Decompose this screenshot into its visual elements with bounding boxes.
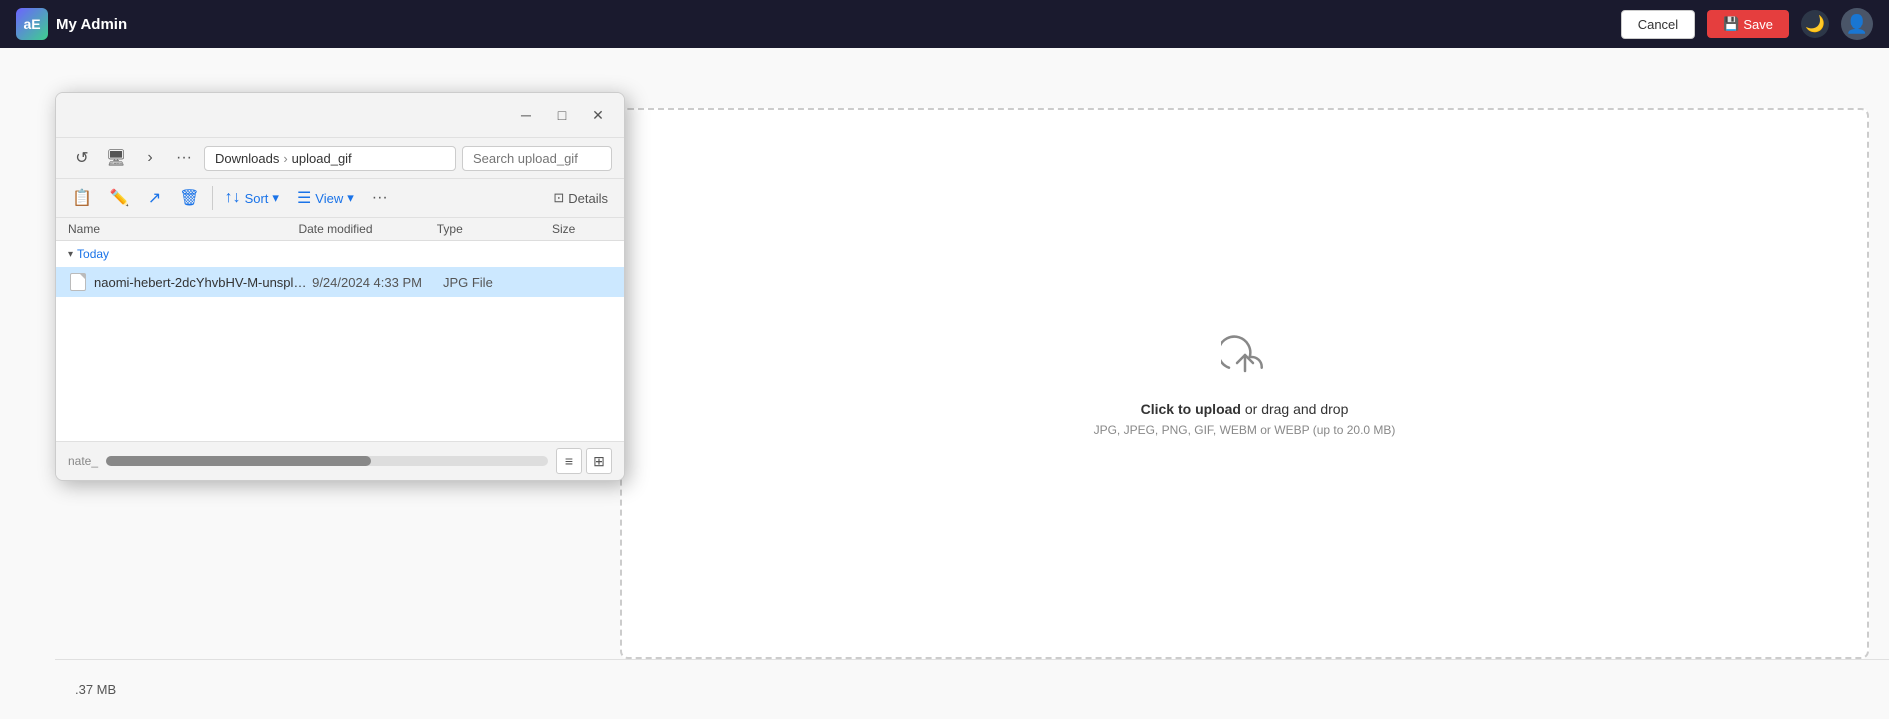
file-date: 9/24/2024 4:33 PM <box>312 275 443 290</box>
col-date-header[interactable]: Date modified <box>298 222 436 236</box>
share-button[interactable]: ↗ <box>140 183 169 213</box>
details-icon: ⊡ <box>553 190 564 206</box>
more-icon: ··· <box>372 189 388 206</box>
list-view-icon: ≡ <box>565 453 573 469</box>
search-input[interactable] <box>462 146 612 171</box>
grid-view-button[interactable]: ⊞ <box>586 448 612 474</box>
file-explorer-dialog: ─ □ ✕ ↺ 🖥 › ··· Downloads <box>55 92 625 481</box>
scrollbar-thumb <box>106 456 371 466</box>
path-upload-gif: upload_gif <box>292 151 352 166</box>
app-header: aE My Admin Cancel 💾 Save 🌙 👤 <box>0 0 1889 48</box>
close-icon: ✕ <box>592 107 604 124</box>
chevron-right-btn[interactable]: › <box>136 144 164 172</box>
sort-button[interactable]: ↑↓ Sort ▾ <box>217 184 287 212</box>
clipboard-button[interactable]: 📋 <box>64 183 100 213</box>
scrollbar-track[interactable] <box>106 456 548 466</box>
ellipsis-icon: ··· <box>176 149 192 167</box>
grid-view-icon: ⊞ <box>593 453 605 470</box>
chevron-right-icon: › <box>147 149 152 167</box>
back-button[interactable]: ↺ <box>68 144 96 172</box>
clipboard-icon: 📋 <box>72 188 92 208</box>
save-button[interactable]: 💾 Save <box>1707 10 1789 38</box>
upload-text: Click to upload or drag and drop <box>1141 401 1349 417</box>
click-to-upload[interactable]: Click to upload <box>1141 401 1241 417</box>
path-sep-1: › <box>283 151 287 166</box>
view-chevron-icon: ▾ <box>347 190 354 206</box>
header-right: Cancel 💾 Save 🌙 👤 <box>1621 8 1873 40</box>
file-name: naomi-hebert-2dcYhvbHV-M-unsplash <box>94 275 312 290</box>
share-icon: ↗ <box>148 188 161 208</box>
cancel-button[interactable]: Cancel <box>1621 10 1695 39</box>
minimize-icon: ─ <box>521 107 531 123</box>
group-label: Today <box>77 247 109 261</box>
more-btn[interactable]: ··· <box>170 144 198 172</box>
details-button[interactable]: ⊡ Details <box>545 185 616 211</box>
path-downloads: Downloads <box>215 151 279 166</box>
file-icon <box>68 272 88 292</box>
rename-icon: ✏️ <box>110 188 130 208</box>
upload-cloud-icon <box>1221 331 1269 389</box>
dialog-titlebar: ─ □ ✕ <box>56 93 624 138</box>
file-list: ▾ Today naomi-hebert-2dcYhvbHV-M-unsplas… <box>56 241 624 441</box>
address-bar: ↺ 🖥 › ··· Downloads › upload_gif <box>56 138 624 179</box>
maximize-icon: □ <box>558 107 566 123</box>
app-logo: aE My Admin <box>16 8 127 40</box>
address-path[interactable]: Downloads › upload_gif <box>204 146 456 171</box>
sort-chevron-icon: ▾ <box>272 190 279 206</box>
group-today[interactable]: ▾ Today <box>56 241 624 267</box>
back-icon: ↺ <box>75 148 88 168</box>
truncated-name: nate_ <box>68 454 98 468</box>
user-avatar[interactable]: 👤 <box>1841 8 1873 40</box>
group-chevron-icon: ▾ <box>68 249 73 260</box>
toolbar: 📋 ✏️ ↗ 🗑 ↑↓ Sort ▾ ☰ View ▾ <box>56 179 624 218</box>
table-row[interactable]: naomi-hebert-2dcYhvbHV-M-unsplash 9/24/2… <box>56 267 624 297</box>
jpg-file-icon <box>70 273 86 291</box>
view-icon: ☰ <box>297 188 311 208</box>
upload-subtext: JPG, JPEG, PNG, GIF, WEBM or WEBP (up to… <box>1094 423 1396 437</box>
delete-icon: 🗑 <box>179 188 199 208</box>
close-button[interactable]: ✕ <box>584 101 612 129</box>
save-icon: 💾 <box>1723 16 1739 32</box>
col-name-header[interactable]: Name <box>68 222 298 236</box>
minimize-button[interactable]: ─ <box>512 101 540 129</box>
dialog-bottom: nate_ ≡ ⊞ <box>56 441 624 480</box>
app-title: My Admin <box>56 16 127 33</box>
rename-button[interactable]: ✏️ <box>102 183 138 213</box>
file-type: JPG File <box>443 275 552 290</box>
folder-icon: 🖥 <box>106 148 126 168</box>
toolbar-separator <box>212 186 213 210</box>
sort-icon: ↑↓ <box>225 189 241 207</box>
upload-area[interactable]: Click to upload or drag and drop JPG, JP… <box>620 108 1869 659</box>
column-headers: Name Date modified Type Size <box>56 218 624 241</box>
more-options-button[interactable]: ··· <box>364 184 396 212</box>
list-view-button[interactable]: ≡ <box>556 448 582 474</box>
delete-button[interactable]: 🗑 <box>171 183 207 213</box>
view-toggle-buttons: ≡ ⊞ <box>556 448 612 474</box>
view-button[interactable]: ☰ View ▾ <box>289 183 362 213</box>
logo-icon: aE <box>16 8 48 40</box>
maximize-button[interactable]: □ <box>548 101 576 129</box>
bottom-bar: .37 MB <box>55 659 1889 719</box>
file-size-text: .37 MB <box>75 682 116 697</box>
moon-icon[interactable]: 🌙 <box>1801 10 1829 38</box>
folder-icon-btn[interactable]: 🖥 <box>102 144 130 172</box>
col-size-header[interactable]: Size <box>552 222 612 236</box>
main-content: Click to upload or drag and drop JPG, JP… <box>0 48 1889 719</box>
col-type-header[interactable]: Type <box>437 222 552 236</box>
